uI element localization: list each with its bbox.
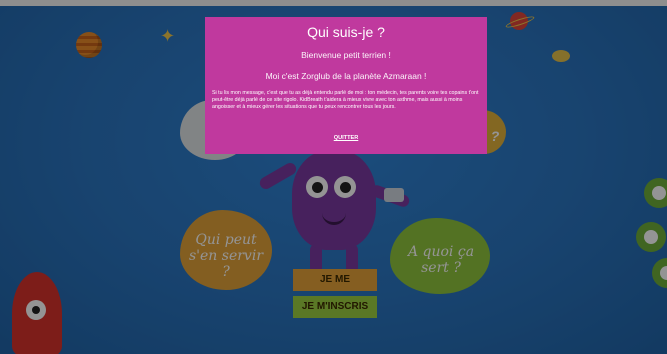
intro-modal: Qui suis-je ? Bienvenue petit terrien ! … bbox=[205, 17, 487, 154]
modal-title: Qui suis-je ? bbox=[307, 24, 385, 40]
modal-welcome: Bienvenue petit terrien ! bbox=[301, 50, 391, 60]
quit-link[interactable]: QUITTER bbox=[205, 135, 487, 141]
modal-body-text: Si tu lis mon message, c'est que tu as d… bbox=[212, 90, 479, 111]
modal-intro: Moi c'est Zorglub de la planète Azmaraan… bbox=[265, 71, 427, 81]
